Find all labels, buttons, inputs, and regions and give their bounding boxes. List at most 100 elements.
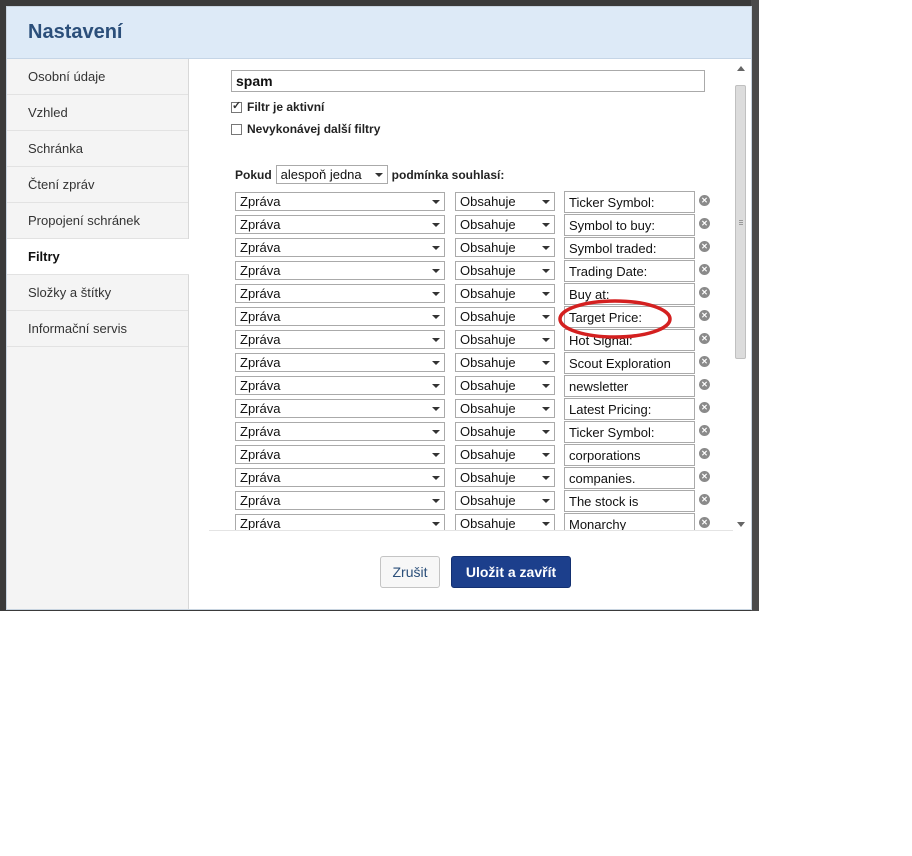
sidebar-item-personal[interactable]: Osobní údaje [7, 59, 188, 95]
chevron-down-icon [542, 337, 550, 342]
stop-filters-label: Nevykonávej další filtry [247, 122, 381, 136]
sidebar-item-mailbox[interactable]: Schránka [7, 131, 188, 167]
rule-operator-select[interactable]: Obsahuje [455, 238, 555, 257]
chevron-down-icon [432, 475, 440, 480]
chevron-down-icon [432, 222, 440, 227]
rule-field-select[interactable]: Zpráva [235, 261, 445, 280]
rule-field-select[interactable]: Zpráva [235, 445, 445, 464]
remove-rule-icon[interactable]: ✕ [699, 218, 710, 229]
rule-value-input[interactable]: Monarchy [564, 513, 695, 531]
rule-field-select[interactable]: Zpráva [235, 238, 445, 257]
cancel-button[interactable]: Zrušit [380, 556, 440, 588]
stop-filters-row[interactable]: Nevykonávej další filtry [231, 120, 380, 138]
rule-operator-select[interactable]: Obsahuje [455, 514, 555, 531]
remove-rule-icon[interactable]: ✕ [699, 241, 710, 252]
rule-operator-select[interactable]: Obsahuje [455, 399, 555, 418]
remove-rule-icon[interactable]: ✕ [699, 195, 710, 206]
rule-operator-select[interactable]: Obsahuje [455, 422, 555, 441]
filter-active-row[interactable]: Filtr je aktivní [231, 98, 324, 116]
rule-operator-value: Obsahuje [460, 424, 516, 439]
rule-value-input[interactable]: Ticker Symbol: [564, 421, 695, 443]
sidebar-item-filters[interactable]: Filtry [7, 239, 189, 275]
chevron-down-icon [542, 360, 550, 365]
remove-rule-icon[interactable]: ✕ [699, 287, 710, 298]
scroll-up-arrow-icon[interactable] [737, 66, 745, 71]
rule-value-input[interactable]: Symbol traded: [564, 237, 695, 259]
rule-value-input[interactable]: Symbol to buy: [564, 214, 695, 236]
remove-rule-icon[interactable]: ✕ [699, 517, 710, 528]
rule-operator-select[interactable]: Obsahuje [455, 468, 555, 487]
remove-rule-icon[interactable]: ✕ [699, 356, 710, 367]
sidebar-item-reading[interactable]: Čtení zpráv [7, 167, 188, 203]
chevron-down-icon [542, 222, 550, 227]
rule-operator-select[interactable]: Obsahuje [455, 261, 555, 280]
sidebar-item-linked-mailboxes[interactable]: Propojení schránek [7, 203, 188, 239]
remove-rule-icon[interactable]: ✕ [699, 494, 710, 505]
rule-field-select[interactable]: Zpráva [235, 514, 445, 531]
chevron-down-icon [432, 268, 440, 273]
remove-rule-icon[interactable]: ✕ [699, 310, 710, 321]
filter-name-input[interactable] [231, 70, 705, 92]
chevron-down-icon [542, 268, 550, 273]
rule-value-input[interactable]: corporations [564, 444, 695, 466]
rule-operator-select[interactable]: Obsahuje [455, 353, 555, 372]
rule-field-select[interactable]: Zpráva [235, 422, 445, 441]
rule-operator-select[interactable]: Obsahuje [455, 192, 555, 211]
rule-value-input[interactable]: newsletter [564, 375, 695, 397]
condition-mode-select[interactable]: alespoň jedna [275, 165, 388, 184]
condition-suffix: podmínka souhlasí: [391, 167, 505, 182]
chevron-down-icon [432, 429, 440, 434]
rule-field-select[interactable]: Zpráva [235, 307, 445, 326]
chevron-down-icon [432, 498, 440, 503]
chevron-down-icon [432, 406, 440, 411]
sidebar-item-info-service[interactable]: Informační servis [7, 311, 188, 347]
rule-field-select[interactable]: Zpráva [235, 491, 445, 510]
remove-rule-icon[interactable]: ✕ [699, 402, 710, 413]
rule-operator-select[interactable]: Obsahuje [455, 307, 555, 326]
rule-operator-value: Obsahuje [460, 286, 516, 301]
rule-value-input[interactable]: The stock is [564, 490, 695, 512]
content-scrollbar[interactable] [733, 59, 749, 531]
stop-filters-checkbox[interactable] [231, 123, 242, 135]
rule-operator-value: Obsahuje [460, 240, 516, 255]
remove-rule-icon[interactable]: ✕ [699, 264, 710, 275]
rule-field-select[interactable]: Zpráva [235, 468, 445, 487]
save-close-button[interactable]: Uložit a zavřít [451, 556, 571, 588]
rule-operator-select[interactable]: Obsahuje [455, 215, 555, 234]
remove-rule-icon[interactable]: ✕ [699, 333, 710, 344]
rule-operator-select[interactable]: Obsahuje [455, 445, 555, 464]
settings-sidebar: Osobní údaje Vzhled Schránka Čtení zpráv… [7, 59, 189, 609]
rule-value-input[interactable]: Ticker Symbol: [564, 191, 695, 213]
sidebar-item-folders-labels[interactable]: Složky a štítky [7, 275, 188, 311]
chevron-down-icon [542, 429, 550, 434]
rule-operator-select[interactable]: Obsahuje [455, 284, 555, 303]
scroll-thumb[interactable] [735, 85, 746, 359]
rule-field-value: Zpráva [240, 493, 281, 508]
rule-value-input[interactable]: companies. [564, 467, 695, 489]
rule-field-value: Zpráva [240, 447, 281, 462]
sidebar-item-appearance[interactable]: Vzhled [7, 95, 188, 131]
rule-value-input[interactable]: Scout Exploration [564, 352, 695, 374]
rule-field-value: Zpráva [240, 286, 281, 301]
rule-field-value: Zpráva [240, 516, 281, 531]
remove-rule-icon[interactable]: ✕ [699, 425, 710, 436]
remove-rule-icon[interactable]: ✕ [699, 471, 710, 482]
scroll-down-arrow-icon[interactable] [737, 522, 745, 527]
rule-operator-select[interactable]: Obsahuje [455, 376, 555, 395]
rule-field-value: Zpráva [240, 355, 281, 370]
rule-field-select[interactable]: Zpráva [235, 330, 445, 349]
rule-operator-select[interactable]: Obsahuje [455, 491, 555, 510]
chevron-down-icon [542, 314, 550, 319]
rule-field-select[interactable]: Zpráva [235, 215, 445, 234]
rule-value-input[interactable]: Latest Pricing: [564, 398, 695, 420]
rule-field-select[interactable]: Zpráva [235, 399, 445, 418]
remove-rule-icon[interactable]: ✕ [699, 448, 710, 459]
rule-field-select[interactable]: Zpráva [235, 192, 445, 211]
rule-value-input[interactable]: Trading Date: [564, 260, 695, 282]
rule-field-select[interactable]: Zpráva [235, 353, 445, 372]
rule-field-select[interactable]: Zpráva [235, 284, 445, 303]
remove-rule-icon[interactable]: ✕ [699, 379, 710, 390]
filter-active-checkbox[interactable] [231, 99, 242, 113]
rule-operator-select[interactable]: Obsahuje [455, 330, 555, 349]
rule-field-select[interactable]: Zpráva [235, 376, 445, 395]
